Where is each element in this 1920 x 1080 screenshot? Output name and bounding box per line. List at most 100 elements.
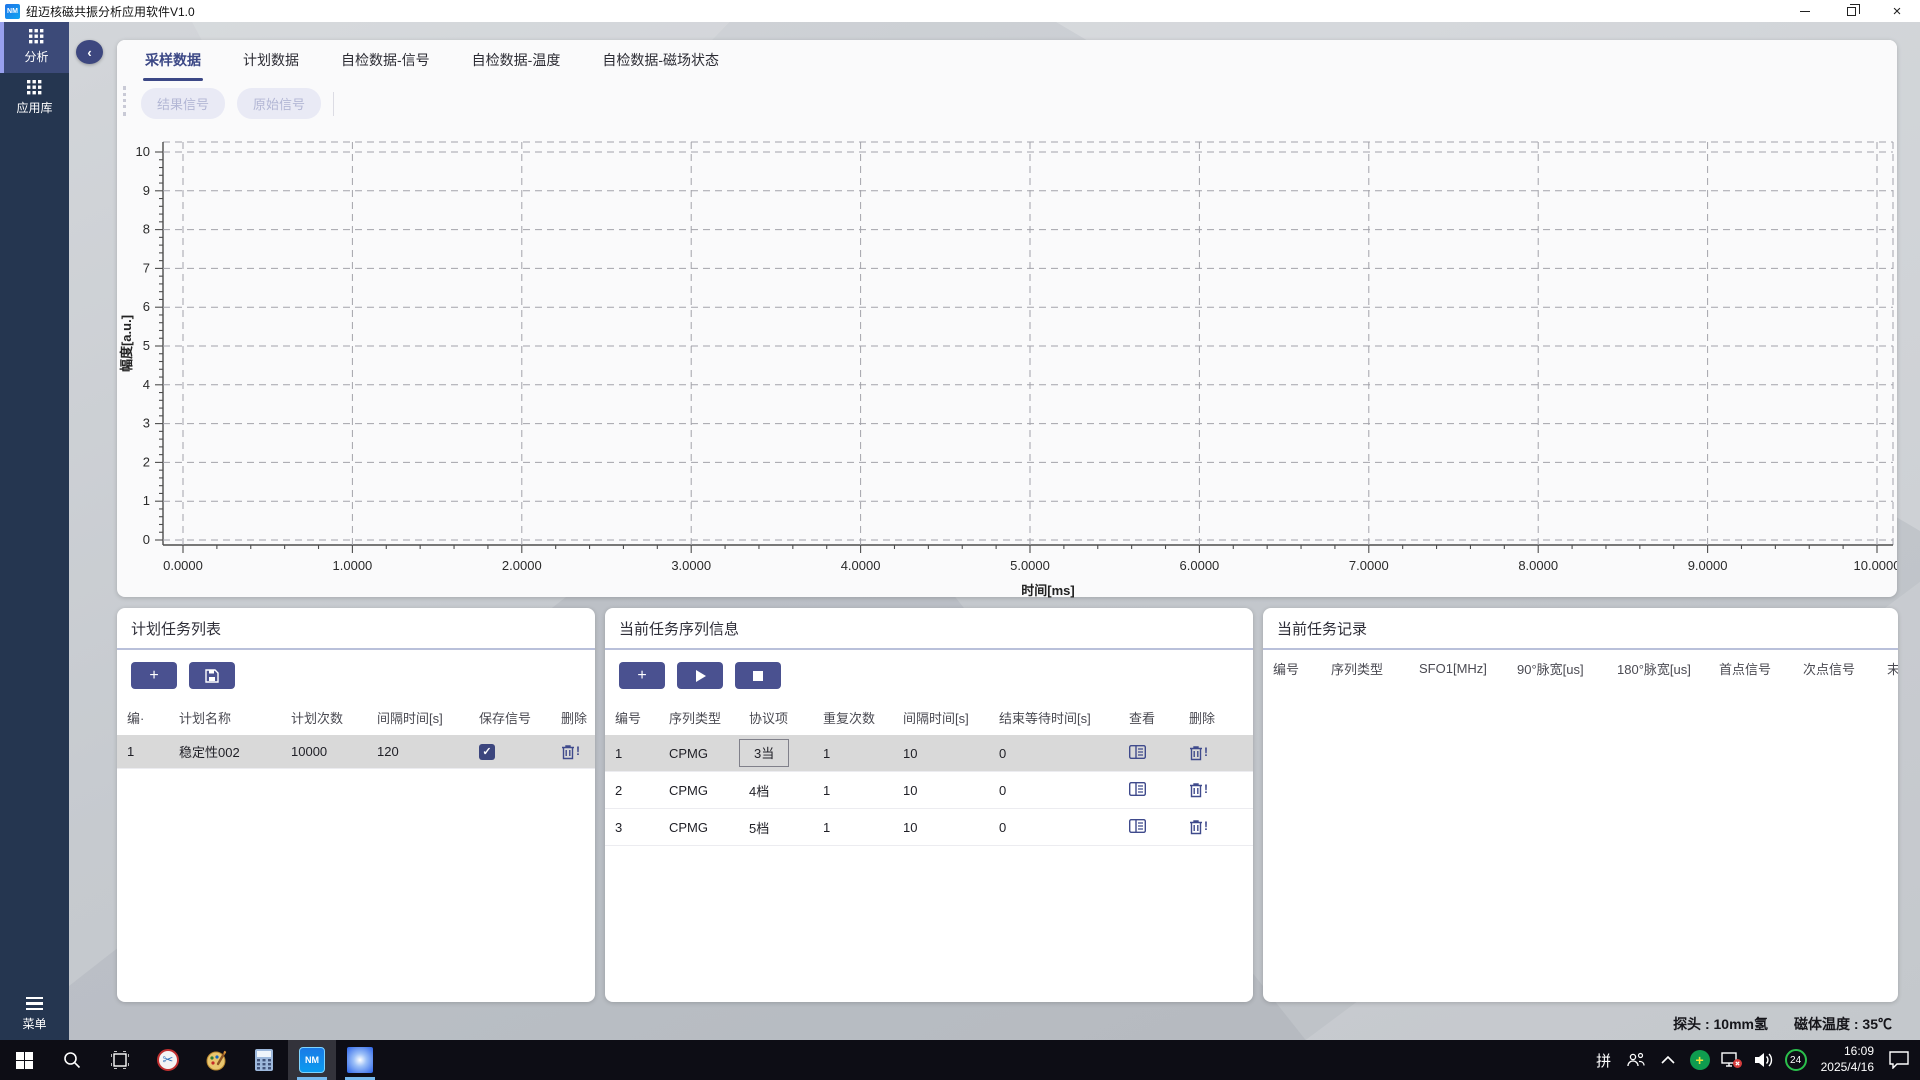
svg-text:0: 0 bbox=[143, 532, 150, 547]
minimize-button[interactable] bbox=[1782, 0, 1828, 22]
volume-icon[interactable] bbox=[1751, 1040, 1777, 1080]
restore-icon bbox=[1846, 3, 1860, 16]
sequence-table-header: 编号 序列类型 协议项 重复次数 间隔时间[s] 结束等待时间[s] 查看 删除 bbox=[615, 710, 1216, 726]
tab-sampling-data[interactable]: 采样数据 bbox=[143, 39, 203, 81]
add-plan-button[interactable]: + bbox=[131, 662, 177, 689]
tab-selfcheck-temperature[interactable]: 自检数据-温度 bbox=[470, 39, 563, 81]
hamburger-icon bbox=[26, 996, 43, 1010]
taskbar-blue-app-button[interactable] bbox=[336, 1040, 384, 1080]
raw-signal-button[interactable]: 原始信号 bbox=[237, 88, 322, 119]
view-button[interactable] bbox=[1128, 744, 1147, 762]
save-signal-checkbox[interactable]: ✓ bbox=[479, 743, 495, 760]
network-status-icon[interactable] bbox=[1719, 1040, 1745, 1080]
svg-text:2.0000: 2.0000 bbox=[502, 558, 542, 573]
run-sequence-button[interactable] bbox=[677, 662, 723, 689]
svg-text:7.0000: 7.0000 bbox=[1349, 558, 1389, 573]
stop-sequence-button[interactable] bbox=[735, 662, 781, 689]
delete-plan-button[interactable]: ! bbox=[561, 744, 580, 760]
trash-icon bbox=[562, 744, 574, 759]
ime-indicator[interactable]: 拼 bbox=[1591, 1040, 1617, 1080]
sidebar-menu-button[interactable]: 菜单 bbox=[0, 996, 69, 1033]
svg-text:3: 3 bbox=[143, 416, 150, 431]
tab-selfcheck-signal[interactable]: 自检数据-信号 bbox=[339, 39, 432, 81]
search-icon bbox=[64, 1052, 81, 1069]
dotted-divider bbox=[123, 86, 126, 116]
trash-icon bbox=[1190, 820, 1202, 835]
tab-selfcheck-field-status[interactable]: 自检数据-磁场状态 bbox=[600, 39, 721, 81]
people-icon bbox=[1626, 1052, 1645, 1067]
chart-card: 采样数据 计划数据 自检数据-信号 自检数据-温度 自检数据-磁场状态 结果信号… bbox=[117, 39, 1901, 598]
battery-tray-badge[interactable]: 24 bbox=[1783, 1040, 1809, 1080]
grid-icon bbox=[27, 80, 42, 95]
sidebar-collapse-button[interactable]: ‹ bbox=[76, 40, 103, 64]
close-button[interactable]: × bbox=[1874, 0, 1920, 22]
sequence-row[interactable]: 1 CPMG 3当 1 10 0 ! bbox=[605, 735, 1253, 772]
plan-toolbar: + bbox=[117, 650, 595, 699]
paint-button[interactable] bbox=[192, 1040, 240, 1080]
sidebar-item-analysis[interactable]: 分析 bbox=[0, 22, 69, 73]
antivirus-tray-icon[interactable]: + bbox=[1687, 1040, 1713, 1080]
svg-text:9.0000: 9.0000 bbox=[1688, 558, 1728, 573]
panel-title: 当前任务记录 bbox=[1263, 608, 1898, 650]
svg-text:幅度[a.u.]: 幅度[a.u.] bbox=[119, 315, 134, 372]
view-icon bbox=[1128, 818, 1147, 833]
signal-button-row: 结果信号 原始信号 bbox=[117, 80, 1897, 125]
taskbar-clock[interactable]: 16:09 2025/4/16 bbox=[1815, 1044, 1880, 1075]
calculator-button[interactable] bbox=[240, 1040, 288, 1080]
people-button[interactable] bbox=[1623, 1040, 1649, 1080]
tab-plan-data[interactable]: 计划数据 bbox=[241, 39, 301, 81]
restore-button[interactable] bbox=[1828, 0, 1874, 22]
view-button[interactable] bbox=[1128, 781, 1147, 799]
system-tray: 拼 + 24 16:09 2025/4/16 bbox=[1591, 1040, 1920, 1080]
sequence-row[interactable]: 2 CPMG 4档 1 10 0 ! bbox=[605, 772, 1253, 809]
chart-area: 0 1 2 3 4 5 6 7 8 9 10 0.0000 1.0000 2.0000 3.0000 4.00… bbox=[117, 125, 1901, 604]
search-button[interactable] bbox=[48, 1040, 96, 1080]
shield-plus-icon: + bbox=[1689, 1050, 1710, 1070]
play-icon bbox=[695, 669, 706, 682]
windows-icon bbox=[15, 1051, 33, 1069]
task-view-button[interactable] bbox=[96, 1040, 144, 1080]
calculator-icon bbox=[255, 1049, 273, 1071]
sequence-row[interactable]: 3 CPMG 5档 1 10 0 ! bbox=[605, 809, 1253, 846]
svg-text:5: 5 bbox=[143, 338, 150, 353]
nmr-app-icon: NM bbox=[299, 1047, 325, 1073]
delete-sequence-button[interactable]: ! bbox=[1189, 745, 1208, 761]
svg-text:10.0000: 10.0000 bbox=[1854, 558, 1898, 573]
paint-icon bbox=[206, 1050, 227, 1071]
result-signal-button[interactable]: 结果信号 bbox=[141, 88, 226, 119]
action-center-button[interactable] bbox=[1886, 1040, 1912, 1080]
taskbar-nmr-app-button[interactable]: NM bbox=[288, 1040, 336, 1080]
sidebar: 分析 应用库 菜单 bbox=[0, 22, 69, 1040]
svg-text:7: 7 bbox=[143, 260, 150, 275]
col-id: 编· bbox=[127, 710, 145, 726]
protocol-edit-cell[interactable]: 3当 bbox=[739, 739, 790, 767]
chevron-up-icon bbox=[1661, 1056, 1675, 1064]
svg-text:3.0000: 3.0000 bbox=[671, 558, 711, 573]
col-plan-name: 计划名称 bbox=[179, 710, 232, 726]
save-plan-button[interactable] bbox=[189, 662, 235, 689]
sidebar-item-label: 应用库 bbox=[16, 101, 53, 115]
snipping-tool-button[interactable]: ✂ bbox=[144, 1040, 192, 1080]
svg-text:8.0000: 8.0000 bbox=[1518, 558, 1558, 573]
grid-icon bbox=[29, 29, 44, 44]
delete-sequence-button[interactable]: ! bbox=[1189, 782, 1208, 798]
start-button[interactable] bbox=[0, 1040, 48, 1080]
svg-text:2: 2 bbox=[143, 454, 150, 469]
status-bar: 探头 : 10mm氢 磁体温度 : 35℃ bbox=[1673, 1012, 1892, 1036]
plan-table-row[interactable]: 1 稳定性002 10000 120 ✓ ! bbox=[117, 735, 595, 769]
sidebar-item-app-library[interactable]: 应用库 bbox=[0, 73, 69, 124]
view-button[interactable] bbox=[1128, 818, 1147, 836]
magnet-temperature-status: 磁体温度 : 35℃ bbox=[1793, 1016, 1892, 1032]
probe-status: 探头 : 10mm氢 bbox=[1673, 1016, 1768, 1032]
window-title: 纽迈核磁共振分析应用软件V1.0 bbox=[26, 4, 195, 19]
trash-icon bbox=[1190, 783, 1202, 798]
col-save-signal: 保存信号 bbox=[479, 710, 532, 726]
add-sequence-button[interactable]: + bbox=[619, 662, 665, 689]
tray-expand-button[interactable] bbox=[1655, 1040, 1681, 1080]
trash-icon bbox=[1190, 746, 1202, 761]
delete-sequence-button[interactable]: ! bbox=[1189, 819, 1208, 835]
view-icon bbox=[1128, 781, 1147, 796]
plan-task-panel: 计划任务列表 + 编· 计划名称 计划次数 间隔时间[s] 保存信号 删除 1 … bbox=[117, 608, 595, 1002]
svg-text:4.0000: 4.0000 bbox=[841, 558, 881, 573]
clock-time: 16:09 bbox=[1843, 1044, 1874, 1059]
